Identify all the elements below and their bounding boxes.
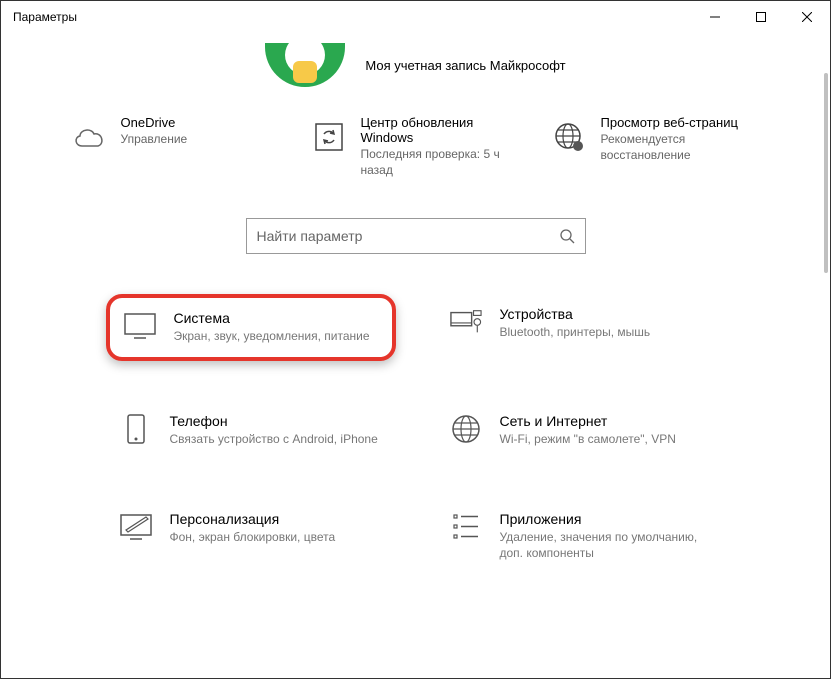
microsoft-account-link[interactable]: Моя учетная запись Майкрософт <box>365 58 565 73</box>
category-phone-sub: Связать устройство с Android, iPhone <box>170 431 378 447</box>
category-system[interactable]: Система Экран, звук, уведомления, питани… <box>106 294 396 360</box>
category-devices[interactable]: Устройства Bluetooth, принтеры, мышь <box>436 294 726 360</box>
status-web-title: Просмотр веб-страниц <box>601 115 761 130</box>
close-button[interactable] <box>784 1 830 33</box>
category-phone[interactable]: Телефон Связать устройство с Android, iP… <box>106 401 396 459</box>
category-system-title: Система <box>174 310 370 326</box>
status-onedrive-sub: Управление <box>121 131 188 147</box>
category-network-title: Сеть и Интернет <box>500 413 676 429</box>
category-apps[interactable]: Приложения Удаление, значения по умолчан… <box>436 499 726 573</box>
category-devices-title: Устройства <box>500 306 651 322</box>
update-icon <box>311 119 347 155</box>
category-devices-sub: Bluetooth, принтеры, мышь <box>500 324 651 340</box>
status-update-sub: Последняя проверка: 5 ч назад <box>361 146 521 178</box>
category-network-sub: Wi-Fi, режим "в самолете", VPN <box>500 431 676 447</box>
account-row: Моя учетная запись Майкрософт <box>21 33 810 105</box>
status-onedrive-title: OneDrive <box>121 115 188 130</box>
window-controls <box>692 1 830 33</box>
globe-icon <box>551 119 587 155</box>
category-personalization[interactable]: Персонализация Фон, экран блокировки, цв… <box>106 499 396 573</box>
personalization-icon <box>120 511 152 543</box>
phone-icon <box>120 413 152 445</box>
category-personalization-sub: Фон, экран блокировки, цвета <box>170 529 336 545</box>
scrollbar-thumb[interactable] <box>824 73 828 273</box>
category-personalization-title: Персонализация <box>170 511 336 527</box>
settings-window: Параметры Моя учетная запись Майкрософт <box>0 0 831 679</box>
content-area: Моя учетная запись Майкрософт OneDrive У… <box>1 33 830 678</box>
avatar <box>265 43 345 87</box>
categories-grid: Система Экран, звук, уведомления, питани… <box>106 294 726 573</box>
maximize-button[interactable] <box>738 1 784 33</box>
search-input[interactable]: Найти параметр <box>246 218 586 254</box>
network-icon <box>450 413 482 445</box>
status-web-browsing[interactable]: Просмотр веб-страниц Рекомендуется восст… <box>551 115 761 178</box>
category-apps-title: Приложения <box>500 511 712 527</box>
category-network[interactable]: Сеть и Интернет Wi-Fi, режим "в самолете… <box>436 401 726 459</box>
window-title: Параметры <box>13 10 77 24</box>
status-windows-update[interactable]: Центр обновления Windows Последняя прове… <box>311 115 521 178</box>
category-apps-sub: Удаление, значения по умолчанию, доп. ко… <box>500 529 712 561</box>
cloud-icon <box>71 119 107 155</box>
status-web-sub: Рекомендуется восстановление <box>601 131 761 163</box>
system-icon <box>124 310 156 342</box>
status-row: OneDrive Управление Центр обновления Win… <box>21 105 810 208</box>
category-system-sub: Экран, звук, уведомления, питание <box>174 328 370 344</box>
titlebar: Параметры <box>1 1 830 33</box>
status-update-title: Центр обновления Windows <box>361 115 521 145</box>
search-icon <box>559 228 575 244</box>
category-phone-title: Телефон <box>170 413 378 429</box>
search-placeholder: Найти параметр <box>257 228 363 244</box>
status-onedrive[interactable]: OneDrive Управление <box>71 115 281 178</box>
apps-icon <box>450 511 482 543</box>
devices-icon <box>450 306 482 338</box>
minimize-button[interactable] <box>692 1 738 33</box>
